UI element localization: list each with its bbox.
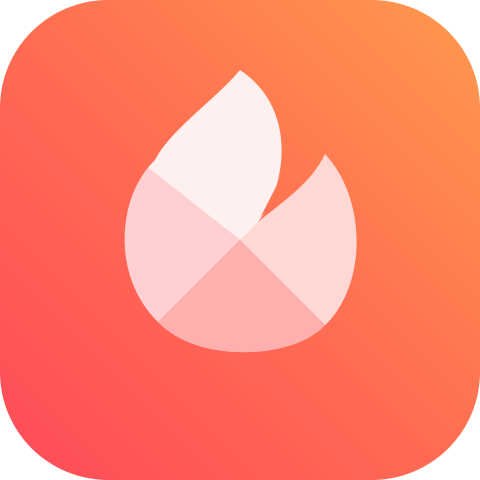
app-icon[interactable] <box>0 0 480 480</box>
flame-icon <box>0 0 480 480</box>
